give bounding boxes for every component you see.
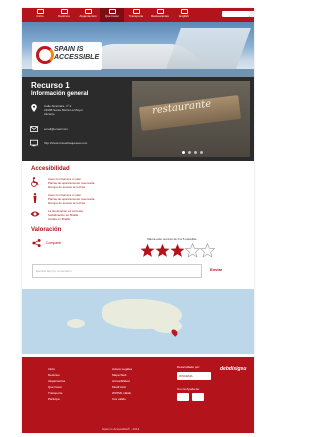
star-filled-icon[interactable] [170,243,185,258]
web-row: http://www.misuebtaquesea.com [30,139,87,147]
footer-link[interactable]: Alojamientos [48,379,65,383]
accessibility-line: Rampa de acceso al recinto [48,201,86,205]
nav-item-restaurantes[interactable]: Restaurantes [148,8,172,22]
footer: Inicio Destinos Alojamientos Qué hacer T… [22,357,254,433]
footer-legal-col: Avisos Legales Mapa Web Accesibilidad Mo… [112,367,132,401]
developer-logo[interactable]: DISCEMA [177,372,211,380]
share-label: Compartir [46,241,62,245]
footer-link[interactable]: Avisos Legales [112,367,132,371]
info-heading: Información general [31,91,89,97]
nav-item-transporte[interactable]: Transporte [124,8,148,22]
sponsor-logos [177,393,204,401]
address-row: Calle Alcantara, nº 3 24098 Santa María L… [30,104,83,116]
help-label: Con la Ayuda de: [177,387,200,391]
map[interactable] [22,289,254,354]
page: Inicio Destinos Alojamientos Qué hacer T… [22,8,254,433]
hero-banner: SPAIN IS ACCESSIBLE [22,22,254,77]
footer-link[interactable]: Css válido [112,397,132,401]
nav-item-que-hacer[interactable]: Qué hacer [100,8,124,22]
logo-line2: ACCESSIBLE [54,54,100,61]
resource-info: Recurso 1 Información general Calle Alca… [22,77,254,161]
accessibility-item: Aseo con barrera o más! Plazas de aparcam… [30,177,94,189]
footer-link[interactable]: Mapa Web [112,373,132,377]
accessibility-line: Cartas en Braille [48,217,71,221]
nav-item-inicio[interactable]: Inicio [28,8,52,22]
email-row: email@email.com [30,125,68,133]
water-shape [22,69,254,77]
resource-photo: restaurante [132,81,250,157]
nav-label: Qué hacer [104,14,119,18]
location-pin-icon [31,104,37,112]
footer-link[interactable]: Destinos [48,373,65,377]
monitor-icon [30,139,38,147]
accessibility-item: Aseo con barrera o más! Plazas de aparcam… [30,193,94,205]
star-filled-icon[interactable] [140,243,155,258]
rating-prompt: Valora este recurso de 0 a 5 estrellas [147,237,197,241]
footer-link[interactable]: Modif AAA [112,385,132,389]
sponsor-logo[interactable] [192,393,204,401]
comment-input[interactable]: Escribe aquí tu comentario [32,264,202,278]
carousel-dot[interactable] [188,151,191,154]
logo-text: SPAIN IS ACCESSIBLE [54,46,99,62]
eye-icon [30,211,40,217]
footer-link[interactable]: Accesibilidad [112,379,132,383]
nav-item-destinos[interactable]: Destinos [52,8,76,22]
logo-icon [36,46,54,64]
search-input[interactable] [222,11,250,17]
search-button[interactable] [250,11,254,17]
footer-link[interactable]: Transporte [48,391,65,395]
page-title: Recurso 1 [31,81,70,90]
share-icon [32,239,41,247]
nav-label: Transporte [128,14,144,18]
nav-label: English [179,14,189,18]
nav-label: Alojamientos [79,14,97,18]
accessibility-item: La iluminación es correcta Señalización e… [30,209,83,221]
footer-brand-logo[interactable]: debdisigsu [220,366,246,372]
star-empty-icon[interactable] [185,243,200,258]
accessibility-line: Rampa de acceso al recinto [48,185,86,189]
nav-item-alojamientos[interactable]: Alojamientos [76,8,100,22]
star-empty-icon[interactable] [200,243,215,258]
footer-link[interactable]: Participa [48,397,65,401]
mail-icon [30,126,38,132]
star-filled-icon[interactable] [155,243,170,258]
nav-item-english[interactable]: English [172,8,196,22]
top-nav: Inicio Destinos Alojamientos Qué hacer T… [22,8,254,22]
star-rating[interactable] [140,243,215,258]
nav-label: Inicio [36,14,44,18]
address-line: Alicante [44,112,55,116]
logo-line1: SPAIN IS [54,46,84,53]
developed-by-label: Desarrollado por: [177,365,201,369]
wheelchair-icon [31,177,39,187]
footer-link[interactable]: Qué hacer [48,385,65,389]
comment-placeholder: Escribe aquí tu comentario [36,269,72,273]
carousel-dot[interactable] [200,151,203,154]
nav-label: Restaurantes [151,14,169,18]
nav-label: Destinos [58,14,70,18]
carousel-dots [182,151,203,154]
map-land [152,319,182,333]
map-land [67,319,85,328]
share-button[interactable]: Compartir [32,239,61,247]
footer-link[interactable]: W3TML válido [112,391,132,395]
website-link[interactable]: http://www.misuebtaquesea.com [44,141,87,145]
copyright: Spain is Accessible® · 2014 [102,427,140,431]
email-link[interactable]: email@email.com [44,127,68,131]
carousel-dot[interactable] [194,151,197,154]
footer-link[interactable]: Inicio [48,367,65,371]
carousel-dot[interactable] [182,151,185,154]
site-logo[interactable]: SPAIN IS ACCESSIBLE [32,42,102,70]
person-icon [33,193,37,203]
sponsor-logo[interactable] [177,393,189,401]
send-button[interactable]: Enviar [210,267,222,272]
rating-heading: Valoración [31,227,62,233]
footer-nav-col: Inicio Destinos Alojamientos Qué hacer T… [48,367,65,401]
accessibility-heading: Accesibilidad [31,166,70,172]
